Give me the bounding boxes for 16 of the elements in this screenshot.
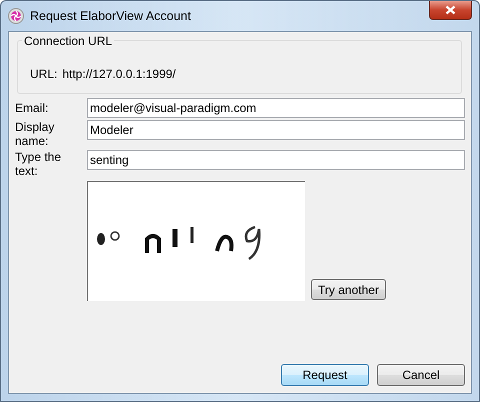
input-field[interactable]: modeler@visual-paradigm.com — [87, 98, 465, 118]
input-field[interactable]: Modeler — [87, 120, 465, 140]
app-logo-icon — [8, 8, 24, 24]
input-field[interactable]: senting — [87, 150, 465, 170]
dialog-button[interactable]: Cancel — [377, 364, 465, 386]
dialog-button[interactable]: Request — [281, 364, 369, 386]
url-value: http://127.0.0.1:1999/ — [62, 67, 176, 81]
close-button[interactable] — [429, 1, 472, 20]
field-label: Type the text: — [15, 150, 62, 178]
try-another-button[interactable]: Try another — [311, 279, 386, 300]
field-label: Email: — [15, 100, 50, 117]
url-label: URL: — [30, 67, 58, 81]
window-title: Request ElaborView Account — [30, 9, 192, 23]
field-label: Display name: — [15, 120, 56, 148]
close-icon — [445, 5, 456, 15]
group-legend: Connection URL — [22, 34, 114, 48]
